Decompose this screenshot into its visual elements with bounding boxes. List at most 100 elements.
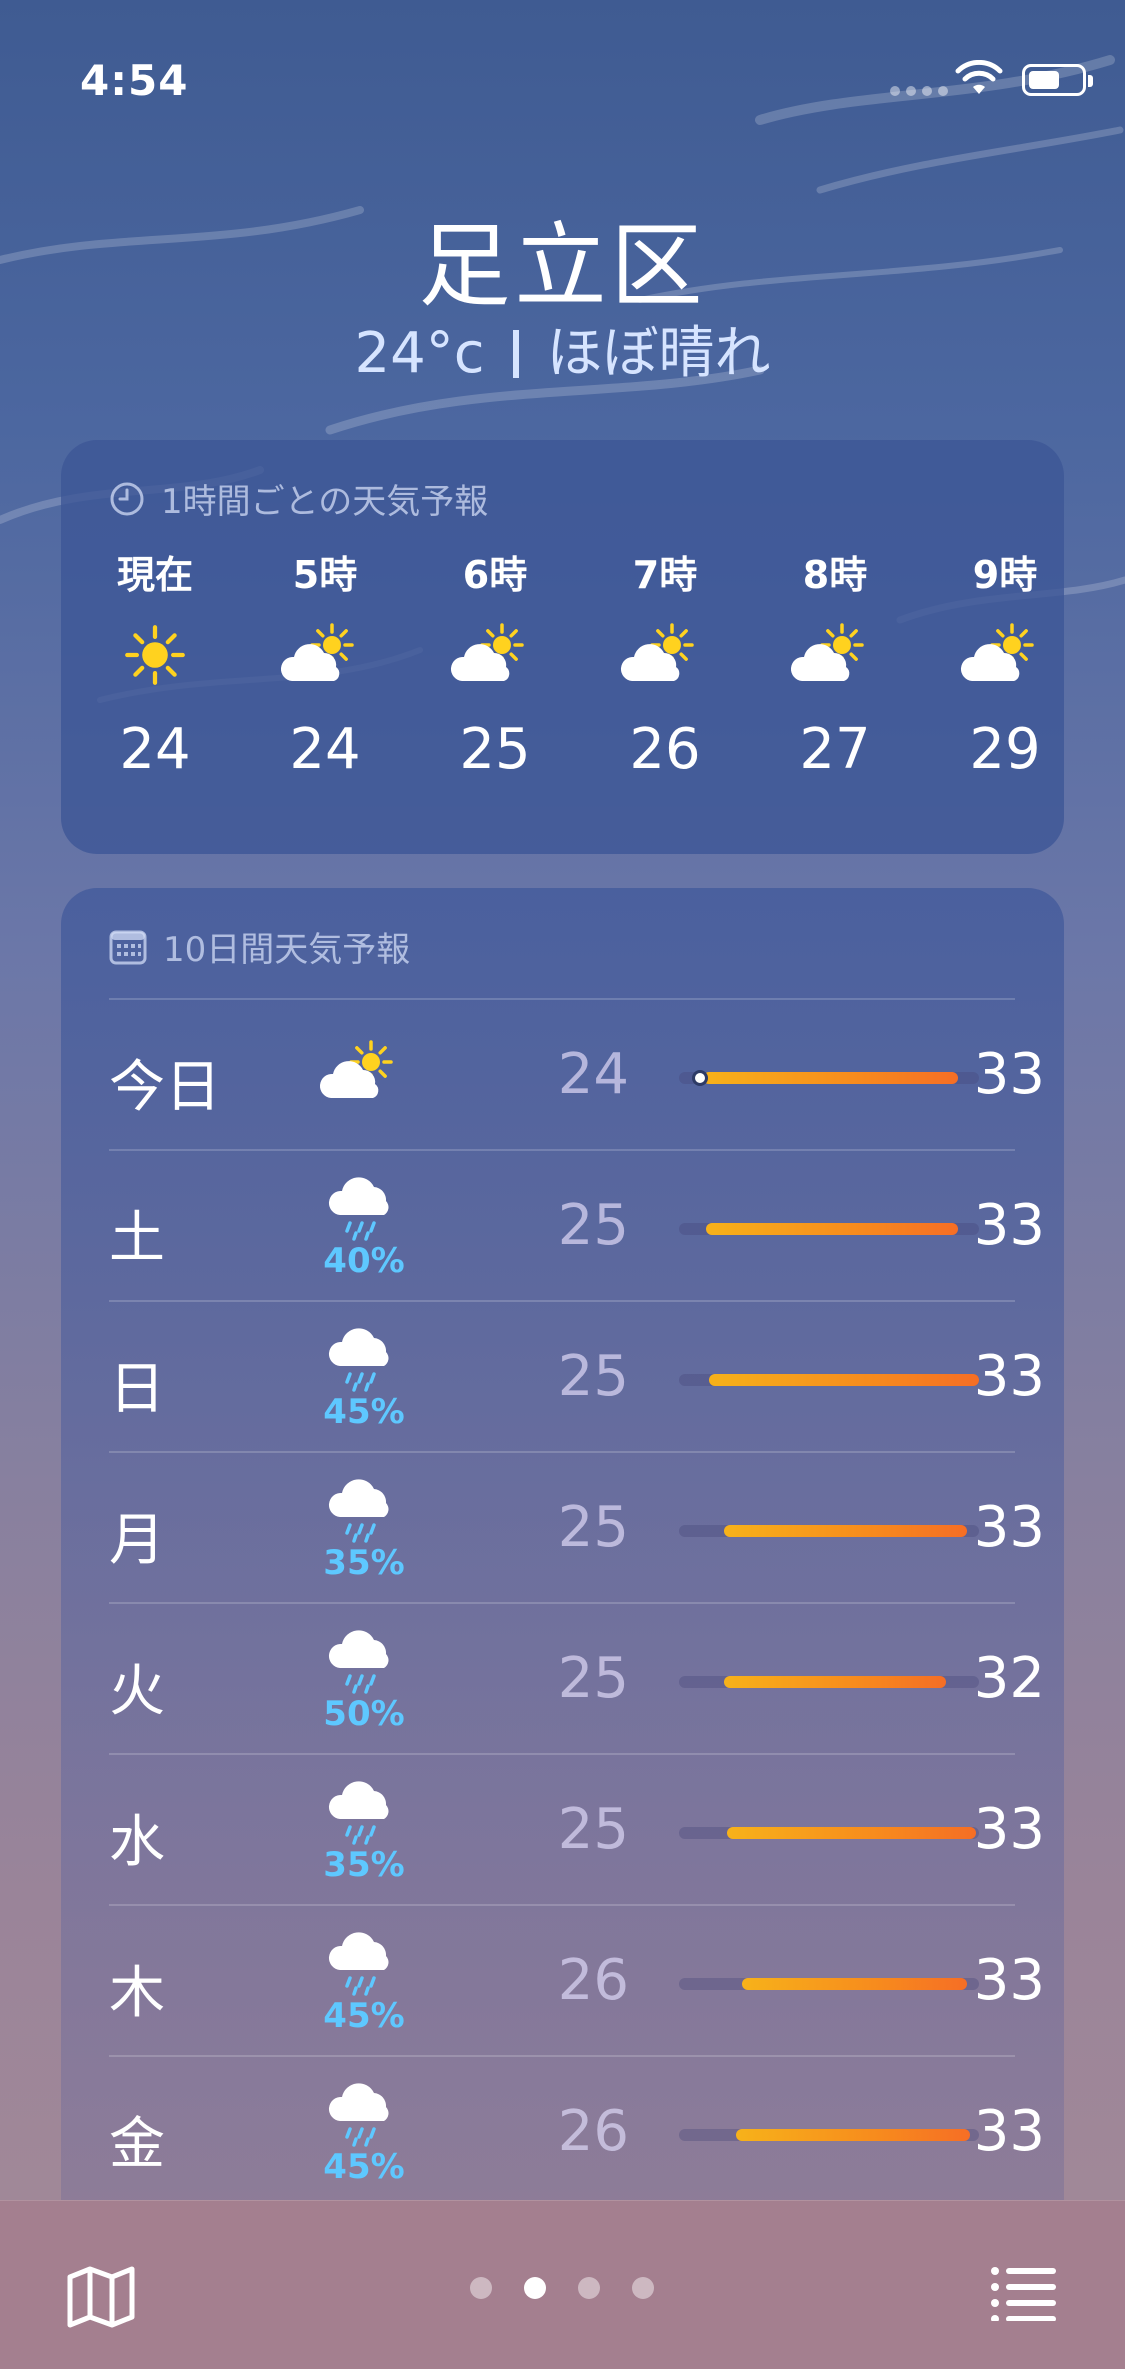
precip-chance: 35%	[323, 1543, 405, 1583]
daily-row[interactable]: 月 35% 25 33	[109, 1451, 1045, 1602]
daily-row[interactable]: 金 45% 26 33	[109, 2055, 1045, 2206]
hourly-item: 7時 26	[605, 550, 725, 790]
precip-chance: 45%	[323, 2147, 405, 2187]
partly-cloudy-icon	[450, 623, 524, 681]
location-title: 足立区	[418, 213, 707, 320]
day-name: 月	[109, 1508, 165, 1573]
low-temperature: 25	[557, 1797, 629, 1862]
battery-icon	[1022, 64, 1093, 96]
temperature-range-track	[679, 1374, 979, 1386]
hour-label: 現在	[116, 553, 193, 597]
status-time: 4:54	[80, 56, 189, 105]
daily-row[interactable]: 日 45% 25 33	[109, 1300, 1045, 1451]
hourly-item: 5時 24	[265, 550, 385, 790]
day-name: 今日	[109, 1055, 221, 1120]
rain-icon	[328, 2083, 389, 2147]
day-name: 水	[109, 1810, 165, 1875]
calendar-icon	[109, 930, 147, 964]
precip-chance: 45%	[323, 1392, 405, 1432]
hour-temperature: 25	[459, 717, 531, 782]
low-temperature: 25	[557, 1344, 629, 1409]
temperature-range-bar	[703, 1072, 958, 1084]
hour-label: 8時	[802, 553, 868, 597]
hour-label: 5時	[292, 553, 358, 597]
current-summary: 24°c ほぼ晴れ	[0, 308, 1125, 389]
day-name: 土	[109, 1206, 165, 1271]
temperature-range-bar	[724, 1525, 967, 1537]
precip-chance: 50%	[323, 1694, 405, 1734]
hour-temperature: 24	[119, 717, 191, 782]
daily-list: 今日 24 33 土 40% 25 33 日 45% 25 33 月 35% 2…	[109, 998, 1045, 2206]
daily-row[interactable]: 火 50% 25 32	[109, 1602, 1045, 1753]
current-condition: ほぼ晴れ	[546, 321, 771, 386]
high-temperature: 33	[973, 1042, 1045, 1107]
page-dot[interactable]	[470, 2277, 492, 2299]
hourly-list[interactable]: 現在 24 5時 24 6時 25 7時 26 8時 27 9時 29	[95, 550, 1064, 830]
page-dot[interactable]	[578, 2277, 600, 2299]
hourly-item: 9時 29	[945, 550, 1064, 790]
page-dot[interactable]	[632, 2277, 654, 2299]
day-name: 木	[109, 1961, 165, 2026]
low-temperature: 24	[557, 1042, 629, 1107]
partly-cloudy-icon	[319, 1040, 393, 1098]
high-temperature: 33	[973, 1344, 1045, 1409]
current-temp-marker	[692, 1070, 708, 1086]
temperature-range-track	[679, 1070, 979, 1086]
temperature-range-track	[679, 1223, 979, 1235]
rain-icon	[328, 1932, 389, 1996]
rain-icon	[328, 1177, 389, 1241]
precip-chance: 45%	[323, 1996, 405, 2036]
hourly-item: 8時 27	[775, 550, 895, 790]
rain-icon	[328, 1328, 389, 1392]
temperature-range-track	[679, 1525, 979, 1537]
hour-label: 6時	[462, 553, 528, 597]
hour-temperature: 24	[289, 717, 361, 782]
list-icon[interactable]	[990, 2265, 1056, 2321]
temperature-range-track	[679, 1827, 979, 1839]
high-temperature: 32	[973, 1646, 1045, 1711]
daily-forecast-card[interactable]: 10日間天気予報 今日 24 33 土 40% 25 33 日 45% 25 3…	[61, 888, 1064, 2369]
partly-cloudy-icon	[790, 623, 864, 681]
hour-label: 7時	[632, 553, 698, 597]
day-name: 日	[109, 1357, 165, 1422]
temperature-range-bar	[724, 1676, 946, 1688]
hourly-forecast-card[interactable]: 1時間ごとの天気予報 現在 24 5時 24 6時 25 7時 26 8時 27 9時 2…	[61, 440, 1064, 854]
current-temperature: 24°c	[354, 321, 485, 386]
page-dot[interactable]	[524, 2277, 546, 2299]
temperature-range-bar	[742, 1978, 967, 1990]
partly-cloudy-icon	[620, 623, 694, 681]
partly-cloudy-icon	[960, 623, 1034, 681]
day-name: 金	[109, 2112, 165, 2177]
daily-row[interactable]: 水 35% 25 33	[109, 1753, 1045, 1904]
daily-row[interactable]: 木 45% 26 33	[109, 1904, 1045, 2055]
hour-temperature: 27	[799, 717, 871, 782]
page-indicator[interactable]	[470, 2277, 654, 2299]
sun-icon	[125, 625, 185, 685]
bottom-toolbar	[0, 2200, 1125, 2369]
rain-icon	[328, 1630, 389, 1694]
high-temperature: 33	[973, 1495, 1045, 1560]
rain-icon	[328, 1479, 389, 1543]
low-temperature: 25	[557, 1646, 629, 1711]
hourly-item: 6時 25	[435, 550, 555, 790]
map-icon[interactable]	[66, 2265, 136, 2329]
high-temperature: 33	[973, 1193, 1045, 1258]
hourly-item: 現在 24	[95, 550, 215, 790]
wifi-icon	[955, 60, 1003, 94]
status-bar: 4:54	[0, 0, 1125, 150]
hourly-title: 1時間ごとの天気予報	[161, 482, 489, 522]
clock-icon	[110, 482, 144, 515]
low-temperature: 25	[557, 1495, 629, 1560]
daily-row[interactable]: 土 40% 25 33	[109, 1149, 1045, 1300]
partly-cloudy-icon	[280, 623, 354, 681]
daily-title: 10日間天気予報	[163, 930, 411, 970]
daily-row[interactable]: 今日 24 33	[109, 998, 1045, 1149]
cellular-signal-icon	[890, 86, 948, 96]
precip-chance: 35%	[323, 1845, 405, 1885]
high-temperature: 33	[973, 2099, 1045, 2164]
temperature-range-bar	[706, 1223, 958, 1235]
precip-chance: 40%	[323, 1241, 405, 1281]
hour-temperature: 29	[969, 717, 1041, 782]
hourly-header: 1時間ごとの天気予報	[109, 474, 488, 523]
divider	[512, 330, 519, 378]
